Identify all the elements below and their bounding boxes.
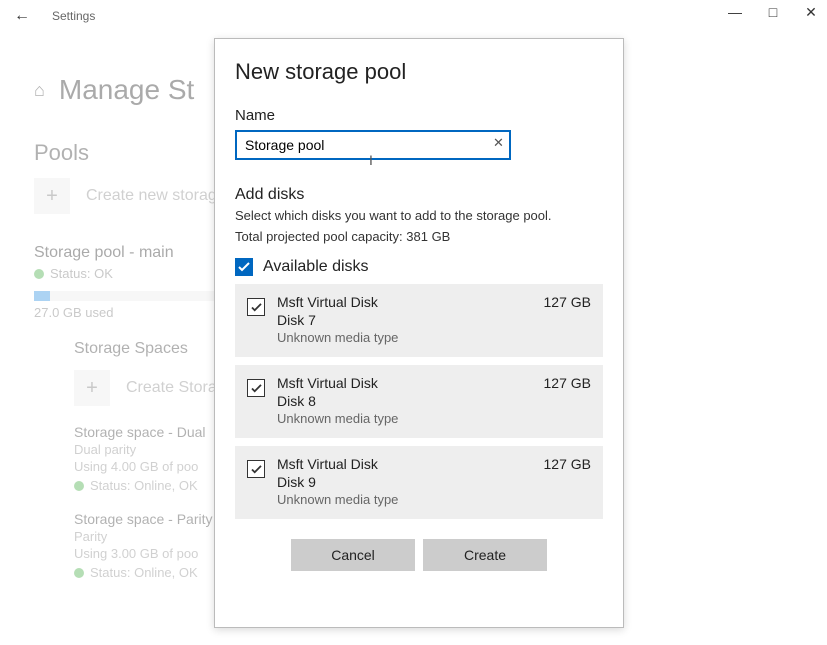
total-capacity: Total projected pool capacity: 381 GB [235,229,603,244]
cancel-button[interactable]: Cancel [291,539,415,571]
dialog-title: New storage pool [235,59,603,85]
disk-media: Unknown media type [277,411,532,426]
clear-input-icon[interactable]: ✕ [493,135,507,151]
available-disks-label: Available disks [263,258,369,276]
disk-id: Disk 8 [277,393,532,409]
disk-name: Msft Virtual Disk [277,456,532,472]
app-title: Settings [52,9,95,23]
home-icon[interactable]: ⌂ [34,80,45,101]
disk-size: 127 GB [544,294,591,310]
plus-icon: + [74,370,110,406]
minimize-button[interactable]: — [727,4,743,21]
usage-bar [34,291,214,301]
disk-checkbox[interactable] [247,379,265,397]
add-disks-description: Select which disks you want to add to th… [235,208,603,223]
disk-id: Disk 9 [277,474,532,490]
disk-checkbox[interactable] [247,298,265,316]
disk-row[interactable]: Msft Virtual Disk Disk 9 Unknown media t… [235,446,603,519]
new-storage-pool-dialog: New storage pool Name ✕ I Add disks Sele… [214,38,624,628]
add-disks-heading: Add disks [235,186,603,204]
status-ok-icon [74,568,84,578]
disk-row[interactable]: Msft Virtual Disk Disk 8 Unknown media t… [235,365,603,438]
back-button[interactable]: ← [6,7,38,25]
close-button[interactable]: ✕ [803,4,819,21]
disk-id: Disk 7 [277,312,532,328]
create-pool-label: Create new storage [86,187,226,205]
disk-row[interactable]: Msft Virtual Disk Disk 7 Unknown media t… [235,284,603,357]
pool-name-input[interactable] [235,130,511,160]
maximize-button[interactable]: □ [765,4,781,21]
disk-media: Unknown media type [277,492,532,507]
page-title: Manage St [59,74,194,106]
disk-size: 127 GB [544,375,591,391]
disk-name: Msft Virtual Disk [277,375,532,391]
name-label: Name [235,107,603,124]
disk-name: Msft Virtual Disk [277,294,532,310]
space-status: Status: Online, OK [90,565,198,580]
status-ok-icon [74,481,84,491]
create-button[interactable]: Create [423,539,547,571]
status-ok-icon [34,269,44,279]
pool-status: Status: OK [50,266,113,281]
disk-checkbox[interactable] [247,460,265,478]
space-status: Status: Online, OK [90,478,198,493]
available-disks-checkbox[interactable] [235,258,253,276]
disk-size: 127 GB [544,456,591,472]
create-space-label: Create Storag [126,379,226,397]
disk-media: Unknown media type [277,330,532,345]
plus-icon: + [34,178,70,214]
